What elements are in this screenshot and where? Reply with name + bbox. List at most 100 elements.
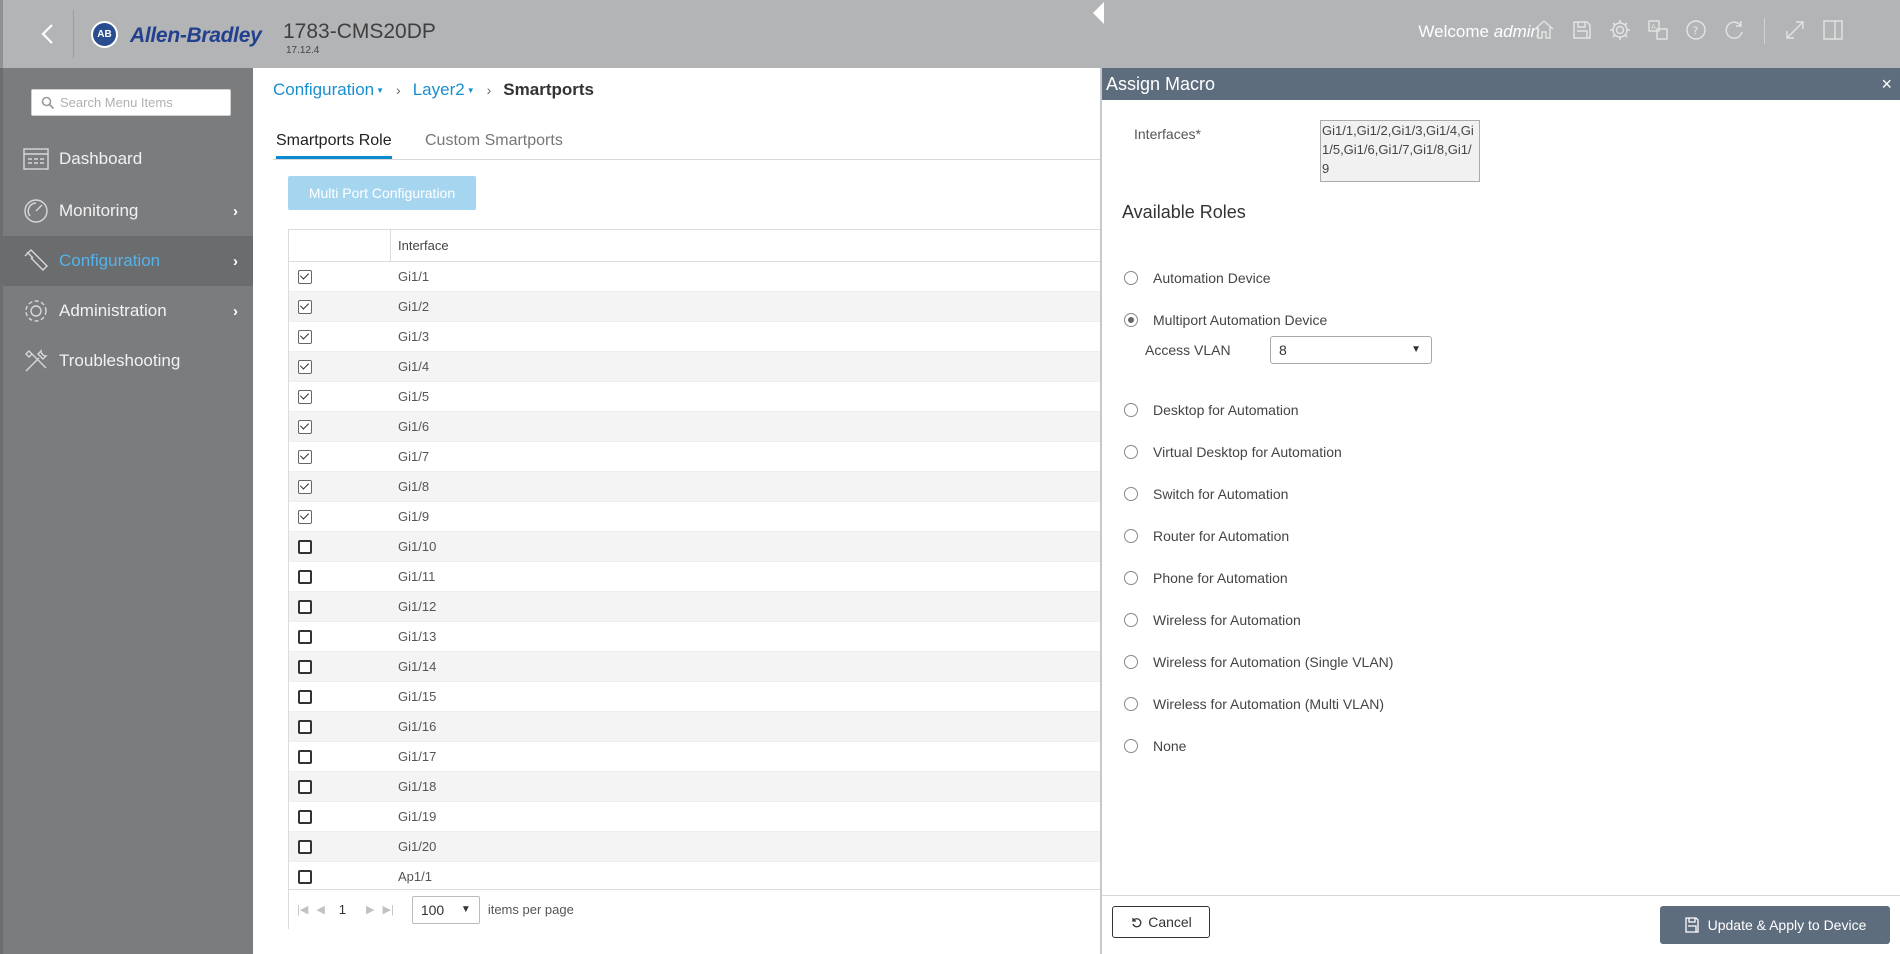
first-page-icon[interactable]: |◀ (297, 903, 308, 916)
row-checkbox[interactable] (298, 570, 312, 584)
last-page-icon[interactable]: ▶| (383, 903, 394, 916)
refresh-icon[interactable] (1722, 18, 1746, 42)
role-option[interactable]: Wireless for Automation (Single VLAN) (1124, 654, 1393, 670)
role-radio[interactable] (1124, 571, 1138, 585)
role-radio[interactable] (1124, 697, 1138, 711)
cancel-button[interactable]: Cancel (1112, 906, 1210, 938)
breadcrumb-configuration[interactable]: Configuration ▼ (273, 80, 384, 100)
update-apply-button[interactable]: Update & Apply to Device (1660, 906, 1890, 944)
table-row[interactable]: Gi1/7 (289, 442, 1100, 472)
prev-page-icon[interactable]: ◀ (316, 903, 324, 916)
role-option[interactable]: Multiport Automation Device (1124, 312, 1327, 328)
row-checkbox[interactable] (298, 870, 312, 884)
tab-custom-smartports[interactable]: Custom Smartports (425, 132, 563, 156)
table-row[interactable]: Gi1/14 (289, 652, 1100, 682)
row-checkbox[interactable] (298, 540, 312, 554)
role-radio[interactable] (1124, 529, 1138, 543)
translate-icon[interactable]: A (1646, 18, 1670, 42)
role-radio[interactable] (1124, 613, 1138, 627)
tab-smartports-role[interactable]: Smartports Role (276, 132, 392, 159)
sidebar-item-dashboard[interactable]: Dashboard (3, 134, 253, 184)
gear-icon[interactable] (1608, 18, 1632, 42)
table-row[interactable]: Gi1/5 (289, 382, 1100, 412)
row-checkbox[interactable] (298, 300, 312, 314)
role-option[interactable]: Automation Device (1124, 270, 1271, 286)
row-checkbox[interactable] (298, 420, 312, 434)
role-option[interactable]: Wireless for Automation (1124, 612, 1301, 628)
role-option[interactable]: None (1124, 738, 1186, 754)
table-row[interactable]: Gi1/4 (289, 352, 1100, 382)
row-checkbox[interactable] (298, 660, 312, 674)
role-radio[interactable] (1124, 313, 1138, 327)
row-checkbox[interactable] (298, 690, 312, 704)
table-row[interactable]: Gi1/19 (289, 802, 1100, 832)
role-option[interactable]: Switch for Automation (1124, 486, 1288, 502)
tab-bar: Smartports Role Custom Smartports (273, 124, 1100, 160)
breadcrumb-layer2[interactable]: Layer2 ▼ (413, 80, 475, 100)
interfaces-label: Interfaces* (1134, 126, 1201, 142)
role-option[interactable]: Virtual Desktop for Automation (1124, 444, 1342, 460)
interfaces-field[interactable]: Gi1/1,Gi1/2,Gi1/3,Gi1/4,Gi1/5,Gi1/6,Gi1/… (1320, 120, 1480, 182)
help-icon[interactable]: ? (1684, 18, 1708, 42)
row-checkbox[interactable] (298, 510, 312, 524)
access-vlan-select[interactable]: 8 ▼ (1270, 336, 1432, 364)
table-row[interactable]: Gi1/17 (289, 742, 1100, 772)
expand-icon[interactable] (1783, 18, 1807, 42)
table-row[interactable]: Gi1/8 (289, 472, 1100, 502)
row-checkbox[interactable] (298, 600, 312, 614)
multi-port-configuration-button[interactable]: Multi Port Configuration (288, 176, 476, 210)
role-radio[interactable] (1124, 445, 1138, 459)
sidebar-item-troubleshooting[interactable]: Troubleshooting (3, 336, 253, 386)
panel-collapse-arrow[interactable] (1093, 2, 1104, 24)
row-checkbox[interactable] (298, 630, 312, 644)
row-checkbox[interactable] (298, 780, 312, 794)
row-checkbox[interactable] (298, 810, 312, 824)
table-row[interactable]: Ap1/1 (289, 862, 1100, 892)
sidebar-item-administration[interactable]: Administration › (3, 286, 253, 336)
role-option[interactable]: Phone for Automation (1124, 570, 1288, 586)
row-checkbox[interactable] (298, 450, 312, 464)
role-radio[interactable] (1124, 403, 1138, 417)
split-panel-icon[interactable] (1821, 18, 1845, 42)
table-row[interactable]: Gi1/15 (289, 682, 1100, 712)
role-option[interactable]: Desktop for Automation (1124, 402, 1299, 418)
table-row[interactable]: Gi1/20 (289, 832, 1100, 862)
table-row[interactable]: Gi1/9 (289, 502, 1100, 532)
home-icon[interactable] (1532, 18, 1556, 42)
row-checkbox[interactable] (298, 480, 312, 494)
table-row[interactable]: Gi1/1 (289, 262, 1100, 292)
close-icon[interactable]: × (1881, 68, 1892, 100)
interface-cell: Gi1/16 (398, 719, 437, 734)
row-checkbox[interactable] (298, 750, 312, 764)
back-arrow-icon[interactable] (33, 18, 63, 50)
table-row[interactable]: Gi1/3 (289, 322, 1100, 352)
role-radio[interactable] (1124, 739, 1138, 753)
table-row[interactable]: Gi1/12 (289, 592, 1100, 622)
table-row[interactable]: Gi1/6 (289, 412, 1100, 442)
row-checkbox[interactable] (298, 360, 312, 374)
row-checkbox[interactable] (298, 270, 312, 284)
row-checkbox[interactable] (298, 390, 312, 404)
row-checkbox[interactable] (298, 720, 312, 734)
column-header-interface[interactable]: Interface (398, 238, 449, 253)
table-row[interactable]: Gi1/16 (289, 712, 1100, 742)
role-option[interactable]: Wireless for Automation (Multi VLAN) (1124, 696, 1384, 712)
interface-cell: Gi1/13 (398, 629, 437, 644)
role-radio[interactable] (1124, 487, 1138, 501)
save-icon[interactable] (1570, 18, 1594, 42)
table-row[interactable]: Gi1/10 (289, 532, 1100, 562)
next-page-icon[interactable]: ▶ (366, 903, 374, 916)
row-checkbox[interactable] (298, 840, 312, 854)
role-radio[interactable] (1124, 271, 1138, 285)
sidebar-item-monitoring[interactable]: Monitoring › (3, 186, 253, 236)
role-radio[interactable] (1124, 655, 1138, 669)
sidebar-item-configuration[interactable]: Configuration › (3, 236, 253, 286)
table-row[interactable]: Gi1/18 (289, 772, 1100, 802)
role-option[interactable]: Router for Automation (1124, 528, 1289, 544)
table-row[interactable]: Gi1/11 (289, 562, 1100, 592)
row-checkbox[interactable] (298, 330, 312, 344)
search-menu-input[interactable]: Search Menu Items (31, 89, 231, 116)
table-row[interactable]: Gi1/2 (289, 292, 1100, 322)
items-per-page-select[interactable]: 100 ▼ (411, 895, 480, 924)
table-row[interactable]: Gi1/13 (289, 622, 1100, 652)
